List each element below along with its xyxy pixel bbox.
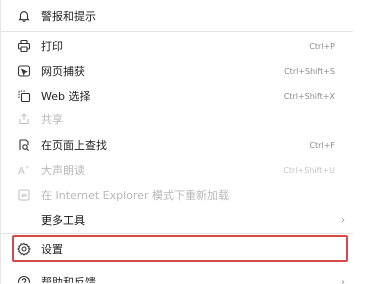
chevron-right-icon: › — [341, 214, 345, 226]
menu-item-label: 帮助和反馈 — [41, 276, 96, 284]
menu-item-more-tools[interactable]: 更多工具 › — [1, 206, 353, 234]
shortcut-label: Ctrl+Shift+U — [283, 165, 335, 175]
shortcut-label: Ctrl+F — [309, 140, 335, 150]
menu-item-print[interactable]: 打印 Ctrl+P — [1, 32, 353, 60]
menu-item-web-capture[interactable]: 网页捕获 Ctrl+Shift+S — [1, 57, 353, 85]
menu-item-label: 更多工具 — [41, 214, 85, 227]
menu-item-settings[interactable]: 设置 — [12, 235, 348, 263]
bell-icon — [17, 9, 31, 23]
web-select-icon — [17, 89, 31, 103]
menu-item-label: 大声朗读 — [41, 164, 85, 177]
share-icon — [17, 112, 31, 126]
menu-item-label: 设置 — [41, 243, 63, 256]
menu-item-ie-mode: 在 Internet Explorer 模式下重新加载 — [1, 181, 353, 209]
menu-separator — [1, 233, 353, 234]
shortcut-label: Ctrl+Shift+X — [283, 91, 335, 101]
web-capture-icon — [17, 64, 31, 78]
printer-icon — [17, 39, 31, 53]
svg-text:A: A — [18, 166, 25, 177]
svg-text:»: » — [26, 164, 30, 171]
shortcut-label: Ctrl+Shift+S — [284, 66, 335, 76]
menu-item-share: 共享 — [1, 105, 353, 133]
menu-item-alerts[interactable]: 警报和提示 — [1, 2, 353, 30]
menu-item-label: 共享 — [41, 113, 63, 126]
menu-item-label: 打印 — [41, 40, 63, 53]
menu-item-label: 在 Internet Explorer 模式下重新加载 — [41, 189, 229, 202]
ie-icon — [17, 188, 31, 202]
menu-item-read-aloud: A » 大声朗读 Ctrl+Shift+U — [1, 156, 353, 184]
menu-item-label: 网页捕获 — [41, 65, 85, 78]
menu-item-label: Web 选择 — [41, 90, 91, 103]
shortcut-label: Ctrl+P — [309, 41, 335, 51]
find-icon — [17, 138, 31, 152]
help-icon — [17, 275, 31, 283]
menu-item-label: 在页面上查找 — [41, 139, 107, 152]
menu-item-help[interactable]: 帮助和反馈 › — [1, 268, 353, 284]
browser-settings-menu: 警报和提示 打印 Ctrl+P 网页捕获 Ctrl+Shift+S Web 选择… — [0, 0, 369, 284]
chevron-right-icon: › — [341, 276, 345, 284]
read-aloud-icon: A » — [17, 163, 31, 177]
gear-icon — [17, 242, 31, 256]
menu-item-label: 警报和提示 — [41, 10, 96, 23]
menu-item-find-on-page[interactable]: 在页面上查找 Ctrl+F — [1, 131, 353, 159]
